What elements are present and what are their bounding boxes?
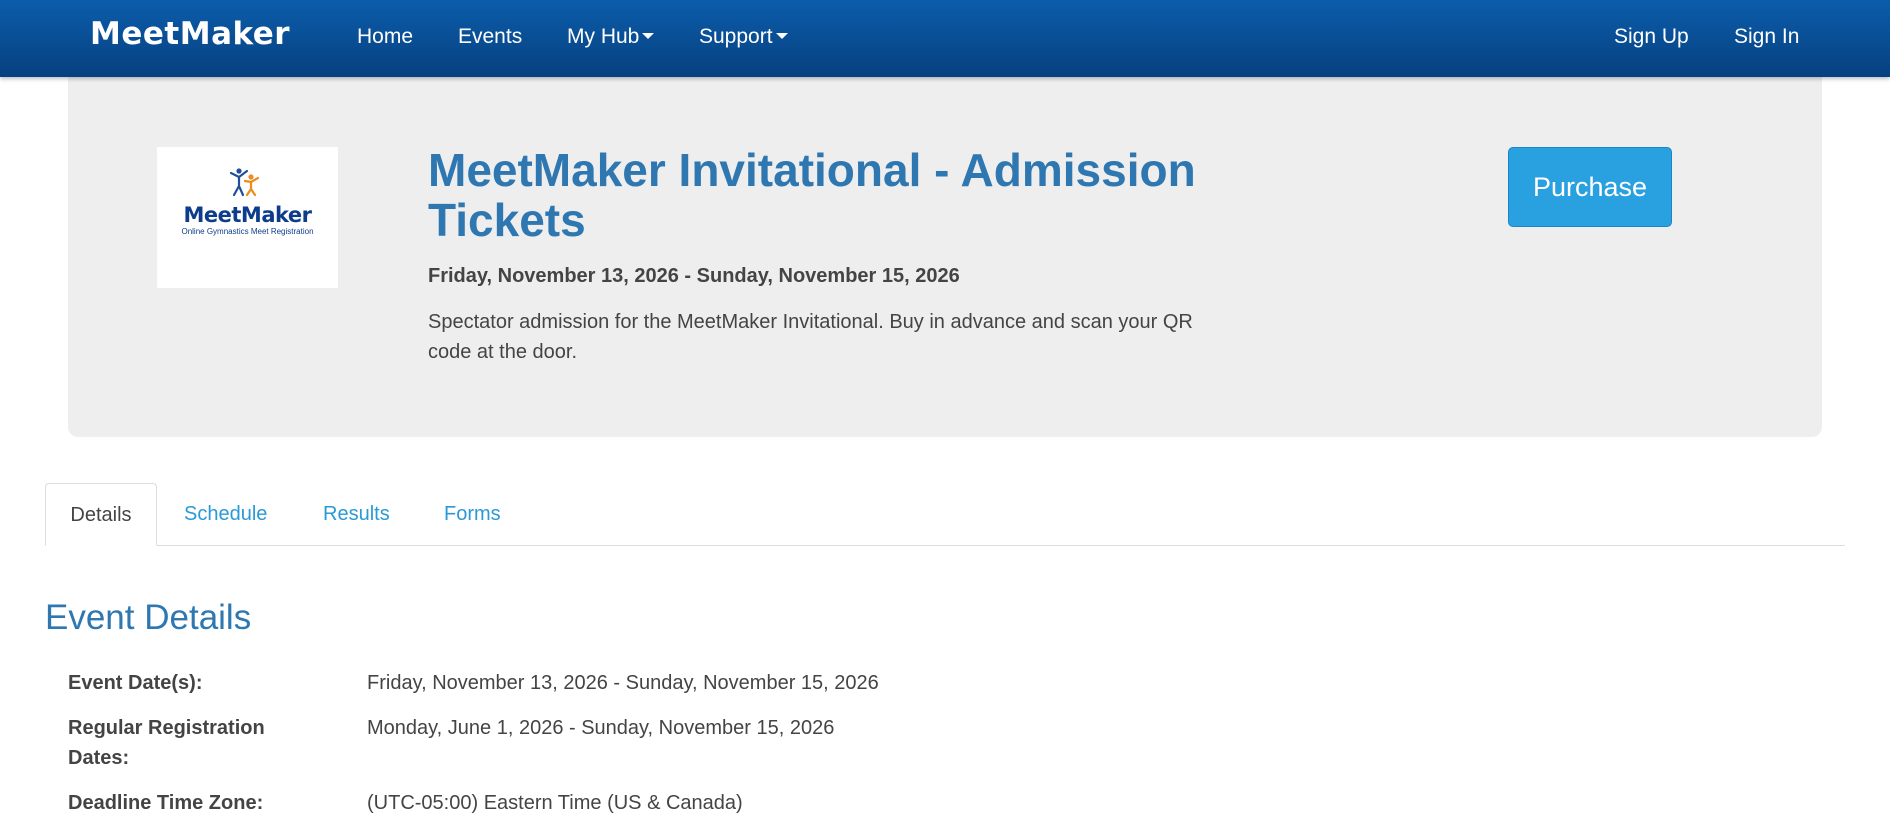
sign-in-link[interactable]: Sign In: [1734, 25, 1799, 49]
sign-up-link[interactable]: Sign Up: [1614, 25, 1689, 49]
nav-my-hub-label: My Hub: [567, 25, 640, 48]
tab-forms[interactable]: Forms: [444, 483, 501, 546]
brand-logo-link[interactable]: MeetMaker: [90, 16, 290, 52]
tab-schedule[interactable]: Schedule: [184, 483, 267, 546]
tab-results[interactable]: Results: [323, 483, 390, 546]
detail-value-time-zone: (UTC-05:00) Eastern Time (US & Canada): [367, 792, 743, 814]
nav-events-link[interactable]: Events: [458, 25, 522, 49]
tab-details[interactable]: Details: [45, 483, 157, 546]
nav-support-dropdown[interactable]: Support: [699, 25, 788, 49]
detail-label-registration-dates: Regular Registration Dates:: [68, 717, 265, 769]
nav-my-hub-dropdown[interactable]: My Hub: [567, 25, 655, 49]
event-description: Spectator admission for the MeetMaker In…: [428, 311, 1193, 363]
tabs-divider: [45, 545, 1845, 546]
event-title: MeetMaker Invitational - Admission Ticke…: [428, 144, 1196, 246]
detail-label-event-dates: Event Date(s):: [68, 672, 203, 694]
event-logo: MeetMaker Online Gymnastics Meet Registr…: [157, 147, 338, 288]
chevron-down-icon: [642, 32, 655, 39]
purchase-button[interactable]: Purchase: [1508, 147, 1672, 227]
event-dates: Friday, November 13, 2026 - Sunday, Nove…: [428, 265, 960, 287]
logo-wordmark: MeetMaker: [183, 203, 313, 227]
chevron-down-icon: [775, 32, 788, 39]
detail-value-event-dates: Friday, November 13, 2026 - Sunday, Nove…: [367, 672, 879, 694]
detail-label-time-zone: Deadline Time Zone:: [68, 792, 264, 814]
logo-tagline: Online Gymnastics Meet Registration: [181, 227, 314, 236]
section-heading: Event Details: [45, 598, 252, 637]
nav-home-link[interactable]: Home: [357, 25, 413, 49]
detail-value-registration-dates: Monday, June 1, 2026 - Sunday, November …: [367, 717, 835, 739]
gymnast-figures-icon: [229, 168, 260, 197]
top-navbar: MeetMaker Home Events My Hub Support Sig…: [0, 0, 1890, 77]
nav-support-label: Support: [699, 25, 773, 48]
